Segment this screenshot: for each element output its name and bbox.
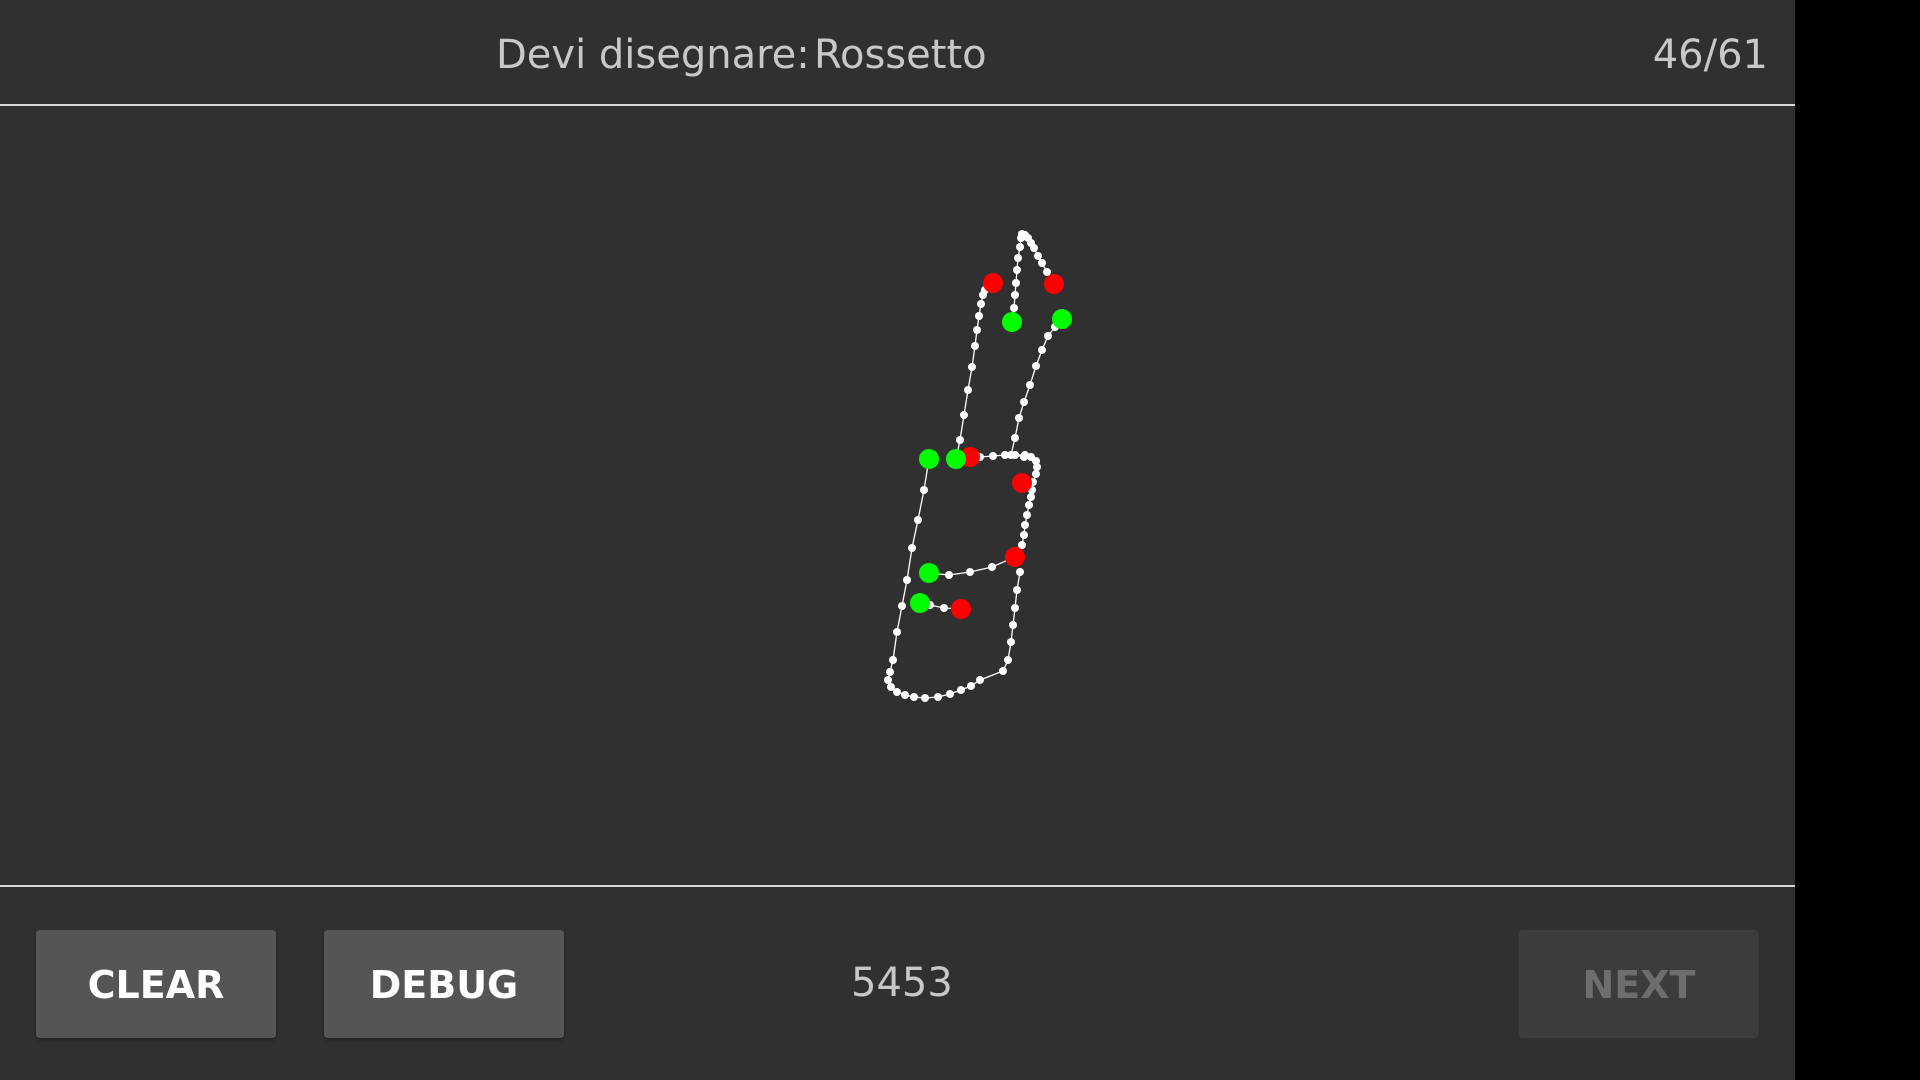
header-bar: Devi disegnare: Rossetto 46/61 [0, 0, 1795, 105]
stroke-start-marker [919, 449, 939, 469]
stroke-point [976, 676, 984, 684]
stroke-start-marker [946, 449, 966, 469]
stroke-point [1020, 398, 1028, 406]
stroke-point [1023, 511, 1031, 519]
right-gutter [1795, 0, 1920, 1080]
stroke-start-marker [910, 593, 930, 613]
stroke-point [1032, 470, 1040, 478]
prompt-label: Devi disegnare: [496, 32, 810, 78]
stroke-point [921, 694, 929, 702]
stroke-point [971, 342, 979, 350]
stroke-point [940, 604, 948, 612]
stroke-point [893, 688, 901, 696]
stroke-point [1016, 243, 1024, 251]
prompt-word: Rossetto [814, 32, 987, 78]
stroke-point [1032, 362, 1040, 370]
stroke-point [956, 436, 964, 444]
stroke-end-marker [1044, 274, 1064, 294]
drawing-svg [884, 230, 1072, 702]
stroke-point [1038, 346, 1046, 354]
stroke-point [975, 312, 983, 320]
stroke-line [1010, 318, 1063, 456]
stroke-point [964, 386, 972, 394]
stroke-point [1011, 291, 1019, 299]
stroke-point [946, 690, 954, 698]
stroke-point [977, 300, 985, 308]
stroke-start-marker [919, 563, 939, 583]
stroke-point [1013, 586, 1021, 594]
stroke-point [914, 516, 922, 524]
stroke-point [960, 411, 968, 419]
debug-button[interactable]: DEBUG [324, 930, 564, 1038]
stroke-point [910, 693, 918, 701]
stroke-end-marker [983, 273, 1003, 293]
stroke-end-marker [1005, 547, 1025, 567]
stroke-point [1044, 332, 1052, 340]
stroke-point [1009, 621, 1017, 629]
stroke-point [1038, 259, 1046, 267]
stroke-point [893, 628, 901, 636]
stroke-point [1012, 279, 1020, 287]
stroke-point [1025, 501, 1033, 509]
drawing-canvas[interactable] [0, 106, 1795, 885]
stroke-end-marker [951, 599, 971, 619]
progress-counter: 46/61 [1652, 32, 1768, 78]
stroke-start-marker [1052, 309, 1072, 329]
stroke-point [967, 682, 975, 690]
stroke-point [1007, 638, 1015, 646]
stroke-point [1001, 451, 1009, 459]
stroke-point [898, 602, 906, 610]
stroke-point [901, 691, 909, 699]
stroke-point [886, 668, 894, 676]
stroke-point [1004, 656, 1012, 664]
next-button[interactable]: NEXT [1519, 930, 1759, 1038]
stroke-end-marker [1012, 473, 1032, 493]
stroke-point [1043, 268, 1051, 276]
stroke-point [957, 686, 965, 694]
stroke-point [1011, 451, 1019, 459]
app-window: Devi disegnare: Rossetto 46/61 CLEAR DEB… [0, 0, 1795, 1080]
footer-bar: CLEAR DEBUG 5453 NEXT [0, 887, 1795, 1080]
stroke-point [945, 571, 953, 579]
stroke-point [1013, 266, 1021, 274]
stroke-point [988, 563, 996, 571]
stroke-point [999, 667, 1007, 675]
stroke-point [1015, 414, 1023, 422]
stroke-point [1034, 252, 1042, 260]
stroke-point [989, 452, 997, 460]
stroke-point [966, 568, 974, 576]
stroke-start-marker [1002, 312, 1022, 332]
stroke-point [908, 544, 916, 552]
stroke-point [903, 576, 911, 584]
stroke-point [1030, 244, 1038, 252]
stroke-point [889, 656, 897, 664]
stroke-point [1027, 493, 1035, 501]
stroke-point [1016, 568, 1024, 576]
stroke-point [1010, 304, 1018, 312]
stroke-point [934, 693, 942, 701]
stroke-point [1020, 531, 1028, 539]
stroke-point [920, 486, 928, 494]
stroke-point [1011, 604, 1019, 612]
stroke-point [973, 326, 981, 334]
score-value: 5453 [851, 960, 953, 1006]
stroke-point [968, 363, 976, 371]
stroke-point [1018, 541, 1026, 549]
stroke-point [884, 676, 892, 684]
stroke-line [955, 282, 994, 460]
clear-button[interactable]: CLEAR [36, 930, 276, 1038]
stroke-point [1014, 254, 1022, 262]
stroke-point [1033, 463, 1041, 471]
stroke-point [1011, 434, 1019, 442]
stroke-point [1021, 521, 1029, 529]
stroke-point [1026, 381, 1034, 389]
